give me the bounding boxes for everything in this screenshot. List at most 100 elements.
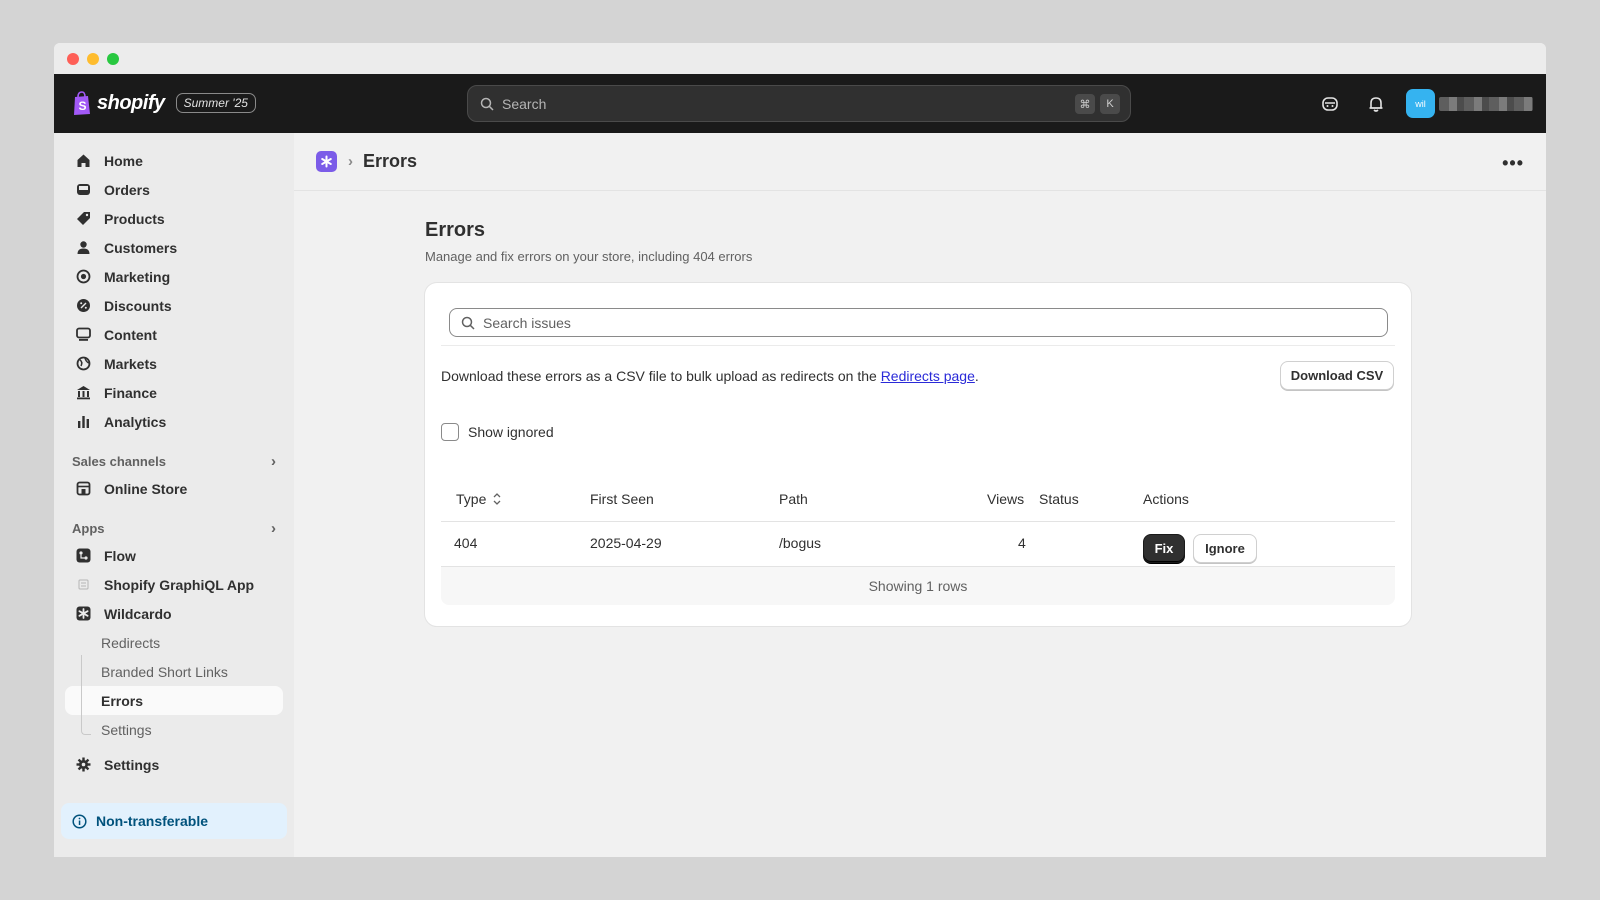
csv-instructions: Download these errors as a CSV file to b…: [441, 368, 979, 384]
column-label: Type: [456, 491, 487, 507]
chevron-right-icon: ›: [271, 519, 276, 537]
ignore-button[interactable]: Ignore: [1193, 534, 1257, 563]
csv-text: Download these errors as a CSV file to b…: [441, 368, 881, 384]
sort-icon: [493, 493, 501, 505]
search-placeholder: Search issues: [483, 314, 571, 331]
window-titlebar: [54, 43, 1546, 74]
column-header-views: Views: [987, 491, 1025, 507]
store-name-redacted[interactable]: [1439, 97, 1533, 111]
sidebar-item-home[interactable]: Home: [54, 146, 294, 175]
sidebar-item-label: Finance: [104, 384, 157, 401]
section-label: Sales channels: [72, 453, 166, 469]
sidebar-item-label: Markets: [104, 355, 157, 372]
ellipsis-icon: •••: [1502, 153, 1524, 173]
content-icon: [75, 327, 91, 343]
sidebar-item-marketing[interactable]: Marketing: [54, 262, 294, 291]
csv-text-end: .: [974, 368, 979, 384]
tree-connector-arrow: [81, 727, 91, 735]
column-header-first-seen: First Seen: [590, 491, 654, 507]
sidebar-item-label: Shopify GraphiQL App: [104, 576, 255, 593]
chart-bar-icon: [75, 414, 91, 430]
sidebar-item-label: Branded Short Links: [101, 663, 228, 680]
breadcrumb: › Errors: [316, 151, 417, 172]
home-icon: [75, 153, 91, 169]
sidebar-item-settings[interactable]: Settings: [54, 750, 294, 779]
graphiql-app-icon: [75, 577, 91, 593]
wildcardo-app-icon: [75, 606, 91, 622]
sidebar-item-label: Content: [104, 326, 157, 343]
sidebar-item-label: Discounts: [104, 297, 172, 314]
errors-card: Search issues Download these errors as a…: [425, 283, 1411, 626]
sidebar-item-products[interactable]: Products: [54, 204, 294, 233]
fix-button[interactable]: Fix: [1143, 534, 1185, 563]
main-content: › Errors ••• Errors Manage and fix error…: [294, 133, 1546, 857]
wildcardo-app-icon[interactable]: [316, 151, 337, 172]
bell-icon: [1369, 97, 1383, 112]
global-search-input[interactable]: Search ⌘ K: [467, 85, 1131, 122]
header-divider: [294, 190, 1546, 191]
search-issues-input[interactable]: Search issues: [449, 308, 1388, 337]
close-window-button[interactable]: [67, 52, 79, 65]
shopify-logo[interactable]: S shopify Summer '25: [72, 90, 256, 116]
cell-first-seen: 2025-04-29: [590, 535, 662, 551]
sidebar-item-wildcardo[interactable]: Wildcardo: [54, 599, 294, 628]
column-header-status: Status: [1039, 491, 1079, 507]
chevron-right-icon: ›: [271, 452, 276, 470]
column-header-type[interactable]: Type: [456, 491, 502, 507]
show-ignored-toggle[interactable]: Show ignored: [441, 423, 554, 441]
notifications-button[interactable]: [1365, 93, 1387, 115]
non-transferable-banner[interactable]: Non-transferable: [61, 803, 287, 839]
shortcut-k-key: K: [1100, 94, 1120, 114]
sidebar-subitem-redirects[interactable]: Redirects: [54, 628, 294, 657]
more-actions-button[interactable]: •••: [1502, 153, 1524, 174]
search-icon: [480, 97, 494, 111]
discount-icon: [75, 298, 91, 314]
banner-label: Non-transferable: [96, 813, 209, 829]
header-row-divider: [441, 521, 1395, 522]
minimize-window-button[interactable]: [87, 52, 99, 65]
maximize-window-button[interactable]: [107, 52, 119, 65]
top-bar: S shopify Summer '25 Search ⌘ K wil: [54, 74, 1546, 133]
page-title: Errors: [425, 219, 486, 241]
shopify-bag-icon: S: [74, 91, 90, 115]
chevron-right-icon: ›: [348, 153, 353, 170]
sales-channels-header[interactable]: Sales channels ›: [54, 448, 294, 474]
apps-header[interactable]: Apps ›: [54, 515, 294, 541]
cell-views: 4: [1018, 535, 1026, 551]
sidebar-item-discounts[interactable]: Discounts: [54, 291, 294, 320]
cell-type: 404: [454, 535, 478, 551]
section-label: Apps: [72, 520, 105, 536]
person-icon: [75, 240, 91, 256]
sidebar-item-flow[interactable]: Flow: [54, 541, 294, 570]
column-header-actions: Actions: [1143, 491, 1189, 507]
sidebar-item-graphiql[interactable]: Shopify GraphiQL App: [54, 570, 294, 599]
sidekick-button[interactable]: [1319, 93, 1341, 115]
sidebar-item-finance[interactable]: Finance: [54, 378, 294, 407]
page-subtitle: Manage and fix errors on your store, inc…: [425, 249, 753, 264]
brand-wordmark: shopify: [97, 91, 165, 114]
sidebar-subitem-errors[interactable]: Errors: [65, 686, 283, 715]
table-footer: Showing 1 rows: [441, 567, 1395, 605]
sidebar-item-label: Settings: [104, 756, 160, 773]
sidebar-subitem-branded-short-links[interactable]: Branded Short Links: [54, 657, 294, 686]
download-csv-button[interactable]: Download CSV: [1280, 361, 1394, 390]
sidebar-item-label: Orders: [104, 181, 150, 198]
column-header-path: Path: [779, 491, 808, 507]
sidebar-item-content[interactable]: Content: [54, 320, 294, 349]
store-avatar[interactable]: wil: [1406, 89, 1435, 118]
cell-path: /bogus: [779, 535, 822, 551]
redirects-page-link[interactable]: Redirects page: [881, 368, 975, 384]
sidebar-item-analytics[interactable]: Analytics: [54, 407, 294, 436]
sidebar-item-online-store[interactable]: Online Store: [54, 474, 294, 503]
sidebar: Home Orders Products Customers Marketing…: [54, 133, 294, 857]
sidebar-item-label: Errors: [101, 692, 144, 709]
sidebar-item-orders[interactable]: Orders: [54, 175, 294, 204]
sidebar-item-label: Marketing: [104, 268, 171, 285]
search-icon: [461, 316, 475, 330]
edition-badge[interactable]: Summer '25: [175, 93, 256, 113]
sidebar-item-markets[interactable]: Markets: [54, 349, 294, 378]
sidebar-item-label: Home: [104, 152, 143, 169]
gear-icon: [75, 757, 91, 773]
sidebar-item-customers[interactable]: Customers: [54, 233, 294, 262]
show-ignored-checkbox[interactable]: [441, 423, 459, 441]
